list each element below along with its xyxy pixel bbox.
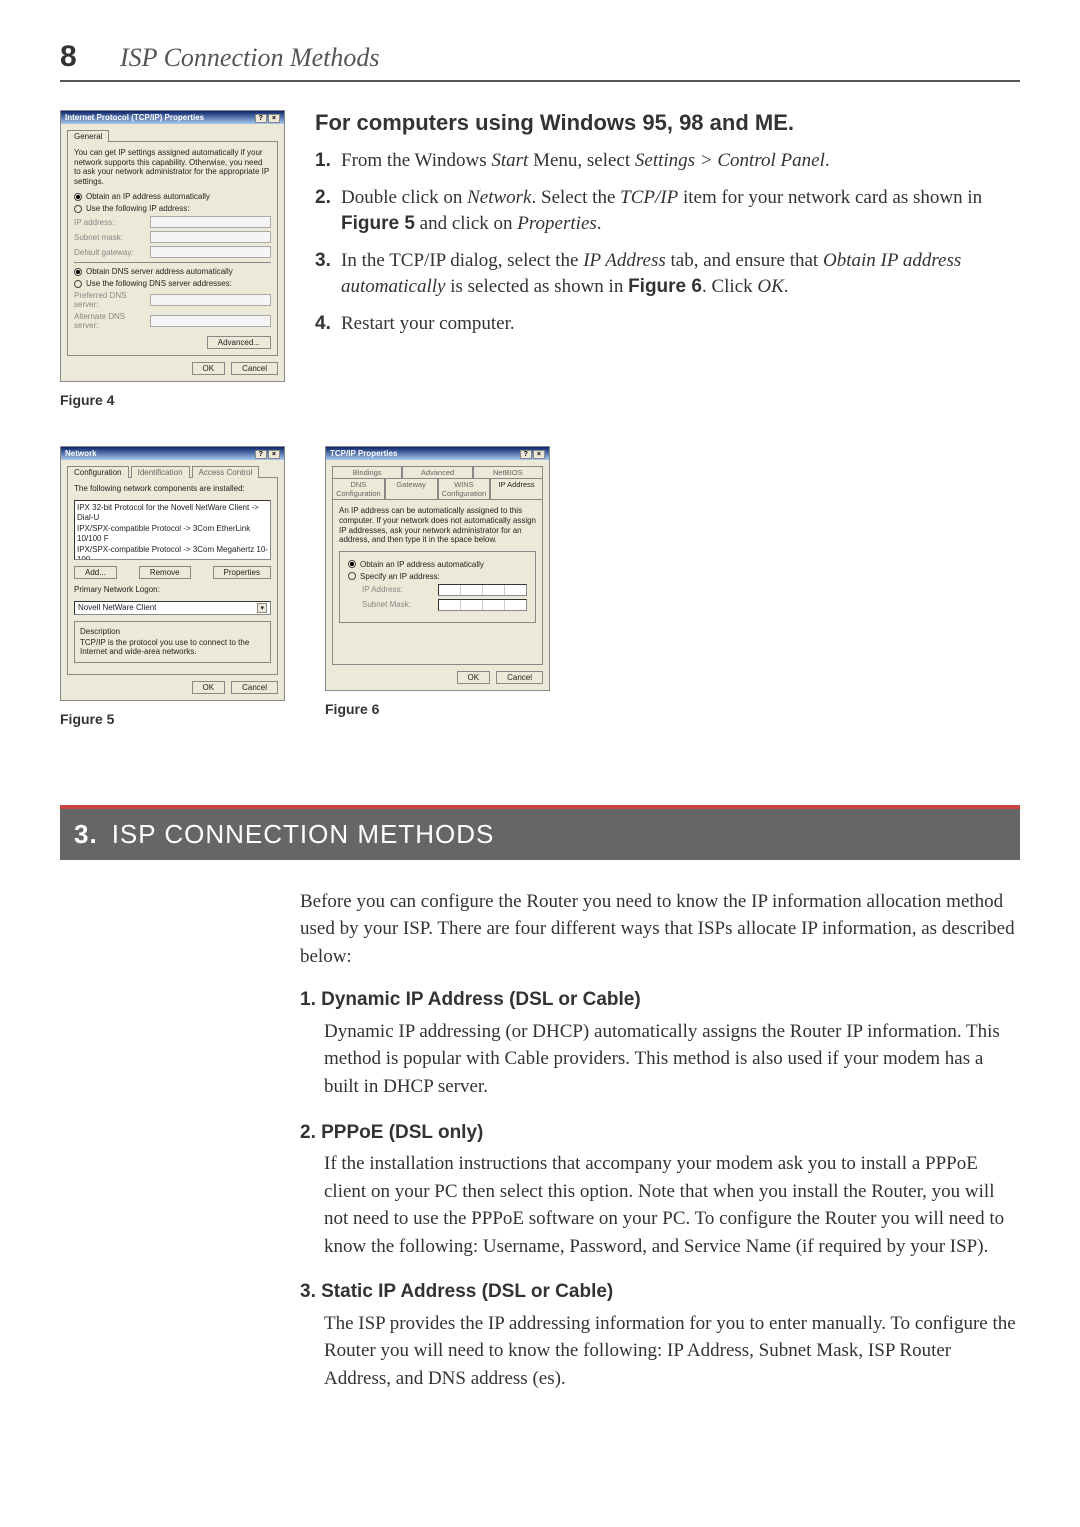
help-icon: ? (255, 114, 267, 123)
step-1: 1.From the Windows Start Menu, select Se… (315, 148, 1020, 175)
tab-ip-address: IP Address (490, 478, 543, 499)
tab-netbios: NetBIOS (473, 466, 543, 478)
cancel-button: Cancel (496, 671, 543, 684)
advanced-button: Advanced... (207, 336, 271, 349)
figure-5-caption: Figure 5 (60, 711, 285, 727)
close-icon: × (268, 114, 280, 123)
dialog-title: Network (65, 449, 97, 458)
section-title: ISP CONNECTION METHODS (112, 819, 495, 850)
radio-manual-ip: Use the following IP address: (74, 204, 271, 213)
ok-button: OK (457, 671, 491, 684)
help-icon: ? (255, 450, 267, 459)
close-icon: × (533, 450, 545, 459)
remove-button: Remove (139, 566, 191, 579)
dialog-title: TCP/IP Properties (330, 449, 397, 458)
method-2: 2. PPPoE (DSL only) If the installation … (300, 1119, 1020, 1261)
figure-6-dialog: TCP/IP Properties ?× Bindings Advanced N… (325, 446, 550, 690)
ok-button: OK (192, 362, 226, 375)
step-4: 4.Restart your computer. (315, 311, 1020, 338)
section-3-banner: 3. ISP CONNECTION METHODS (60, 805, 1020, 860)
chapter-title: ISP Connection Methods (120, 43, 379, 73)
figure-4-dialog: Internet Protocol (TCP/IP) Properties ?×… (60, 110, 285, 382)
ip-input (150, 216, 271, 228)
subnet-input (150, 231, 271, 243)
tab-gateway: Gateway (385, 478, 438, 499)
radio-specify: Specify an IP address: (348, 572, 527, 581)
logon-select: Novell NetWare Client▾ (74, 601, 271, 615)
tab-identification: Identification (131, 466, 190, 478)
radio-obtain-auto: Obtain an IP address automatically (348, 560, 527, 569)
cancel-button: Cancel (231, 362, 278, 375)
tab-wins: WINS Configuration (438, 478, 491, 499)
chevron-down-icon: ▾ (257, 603, 267, 613)
section-3-intro: Before you can configure the Router you … (300, 888, 1020, 971)
figure-4-caption: Figure 4 (60, 392, 285, 408)
close-icon: × (268, 450, 280, 459)
section-number: 3. (74, 819, 98, 850)
dialog-title: Internet Protocol (TCP/IP) Properties (65, 113, 204, 122)
tab-dns: DNS Configuration (332, 478, 385, 499)
help-icon: ? (520, 450, 532, 459)
figure-6-caption: Figure 6 (325, 701, 550, 717)
method-3: 3. Static IP Address (DSL or Cable) The … (300, 1278, 1020, 1392)
radio-auto-dns: Obtain DNS server address automatically (74, 267, 271, 276)
add-button: Add... (74, 566, 117, 579)
components-listbox: IPX 32-bit Protocol for the Novell NetWa… (74, 500, 271, 560)
dialog-titlebar: Network ?× (61, 447, 284, 460)
tab-general: General (67, 130, 109, 142)
ip-address-field (438, 584, 527, 596)
cancel-button: Cancel (231, 681, 278, 694)
subnet-mask-field (438, 599, 527, 611)
dialog-titlebar: Internet Protocol (TCP/IP) Properties ?× (61, 111, 284, 124)
tab-configuration: Configuration (67, 466, 129, 478)
ok-button: OK (192, 681, 226, 694)
step-2: 2.Double click on Network. Select the TC… (315, 185, 1020, 238)
tab-advanced: Advanced (402, 466, 472, 478)
dialog-titlebar: TCP/IP Properties ?× (326, 447, 549, 460)
running-header: 8 ISP Connection Methods (60, 40, 1020, 82)
radio-manual-dns: Use the following DNS server addresses: (74, 279, 271, 288)
figure-5-dialog: Network ?× Configuration Identification … (60, 446, 285, 700)
page-number: 8 (60, 40, 100, 74)
dialog-desc: You can get IP settings assigned automat… (74, 148, 271, 186)
tab-access-control: Access Control (192, 466, 260, 478)
step-3: 3.In the TCP/IP dialog, select the IP Ad… (315, 248, 1020, 301)
tab-bindings: Bindings (332, 466, 402, 478)
win95-heading: For computers using Windows 95, 98 and M… (315, 110, 1020, 136)
method-1: 1. Dynamic IP Address (DSL or Cable) Dyn… (300, 986, 1020, 1100)
radio-auto-ip: Obtain an IP address automatically (74, 192, 271, 201)
gateway-input (150, 246, 271, 258)
properties-button: Properties (213, 566, 271, 579)
